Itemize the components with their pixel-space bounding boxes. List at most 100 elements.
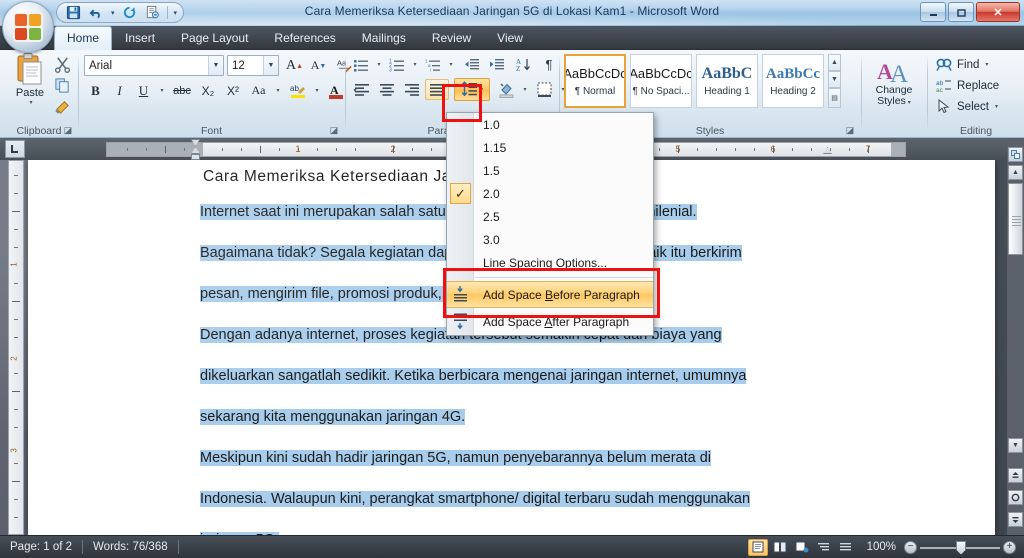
clipboard-dialog-launcher[interactable]: ◪ xyxy=(62,124,74,136)
shading-button[interactable] xyxy=(494,79,518,100)
page-indicator[interactable]: Page: 1 of 2 xyxy=(0,541,82,553)
align-left-button[interactable] xyxy=(350,79,374,100)
line-spacing-button[interactable]: ▾ xyxy=(454,78,490,101)
numbering-button[interactable]: 1 2 3 xyxy=(386,54,408,75)
change-case-dropdown-icon[interactable]: ▾ xyxy=(271,80,283,101)
format-painter-button[interactable] xyxy=(50,96,74,116)
style-normal[interactable]: AaBbCcDc ¶ Normal xyxy=(564,54,626,108)
zoom-out-button[interactable]: − xyxy=(904,541,917,554)
multilevel-list-dropdown-icon[interactable]: ▾ xyxy=(444,54,456,75)
styles-dialog-launcher[interactable]: ◪ xyxy=(844,124,856,136)
select-button[interactable]: Select ▾ xyxy=(933,96,1001,117)
line-spacing-dropdown-icon[interactable]: ▾ xyxy=(480,86,483,93)
underline-dropdown-icon[interactable]: ▾ xyxy=(155,80,167,101)
restore-button[interactable] xyxy=(948,2,974,22)
scroll-down-button[interactable]: ▼ xyxy=(1008,438,1023,453)
copy-button[interactable] xyxy=(50,75,74,95)
word-count-indicator[interactable]: Words: 76/368 xyxy=(83,541,178,553)
line-spacing-menu[interactable]: 1.0 1.15 1.5 ✓ 2.0 2.5 3.0 Line Spacing … xyxy=(446,112,654,336)
font-name-combo[interactable]: Arial ▼ xyxy=(84,55,224,76)
superscript-button[interactable]: X² xyxy=(221,80,245,101)
sort-button[interactable]: A Z xyxy=(512,54,536,75)
style-no-spacing[interactable]: AaBbCcDc ¶ No Spaci... xyxy=(630,54,692,108)
tab-mailings[interactable]: Mailings xyxy=(349,27,419,50)
undo-icon[interactable] xyxy=(88,4,105,21)
scrollbar-thumb[interactable] xyxy=(1008,183,1023,255)
text-highlight-button[interactable]: ab xyxy=(286,80,310,101)
subscript-button[interactable]: X₂ xyxy=(196,80,220,101)
select-dropdown-icon[interactable]: ▾ xyxy=(995,103,998,110)
vertical-scrollbar[interactable]: ▲ ▼ xyxy=(1007,138,1024,535)
highlight-dropdown-icon[interactable]: ▾ xyxy=(310,80,322,101)
tab-home[interactable]: Home xyxy=(54,26,112,50)
paste-dropdown-icon[interactable]: ▾ xyxy=(29,99,32,106)
shrink-font-button[interactable]: A▼ xyxy=(307,55,330,76)
undo-dropdown-icon[interactable]: ▾ xyxy=(111,9,115,17)
find-button[interactable]: Find ▾ xyxy=(933,54,991,75)
zoom-in-button[interactable]: + xyxy=(1003,541,1016,554)
menu-item-1-0[interactable]: 1.0 xyxy=(447,113,653,136)
tab-references[interactable]: References xyxy=(261,27,348,50)
zoom-thumb[interactable] xyxy=(956,541,966,555)
full-screen-reading-view-icon[interactable] xyxy=(770,539,790,556)
menu-item-line-spacing-options[interactable]: Line Spacing Options... xyxy=(447,251,653,274)
zoom-level-label[interactable]: 100% xyxy=(867,541,896,553)
cut-button[interactable] xyxy=(50,54,74,74)
tab-page-layout[interactable]: Page Layout xyxy=(168,27,261,50)
shading-dropdown-icon[interactable]: ▾ xyxy=(518,79,530,100)
bold-button[interactable]: B xyxy=(84,80,107,101)
previous-page-button[interactable] xyxy=(1008,468,1023,483)
styles-scroll-up-button[interactable]: ▲ xyxy=(828,54,841,71)
borders-button[interactable] xyxy=(532,79,556,100)
font-dialog-launcher[interactable]: ◪ xyxy=(328,124,340,136)
redo-icon[interactable] xyxy=(121,4,138,21)
style-heading-1[interactable]: AaBbC Heading 1 xyxy=(696,54,758,108)
customize-qat-icon[interactable]: ▾ xyxy=(174,9,178,17)
print-layout-view-icon[interactable] xyxy=(748,539,768,556)
numbering-dropdown-icon[interactable]: ▾ xyxy=(408,54,420,75)
grow-font-button[interactable]: A▲ xyxy=(283,55,306,76)
strikethrough-button[interactable]: abc xyxy=(169,80,195,101)
tab-selector-button[interactable] xyxy=(5,140,25,158)
tab-view[interactable]: View xyxy=(484,27,536,50)
close-button[interactable]: ✕ xyxy=(976,2,1020,22)
menu-item-add-space-after-paragraph[interactable]: Add Space After Paragraph xyxy=(447,308,653,335)
align-right-button[interactable] xyxy=(400,79,424,100)
menu-item-add-space-before-paragraph[interactable]: Add Space Before Paragraph xyxy=(447,281,653,308)
change-case-button[interactable]: Aa xyxy=(246,80,271,101)
decrease-indent-button[interactable] xyxy=(460,54,484,75)
styles-scroll-down-button[interactable]: ▼ xyxy=(828,71,841,88)
font-size-combo[interactable]: 12 ▼ xyxy=(227,55,279,76)
bullets-button[interactable] xyxy=(350,54,372,75)
bullets-dropdown-icon[interactable]: ▾ xyxy=(372,54,384,75)
style-heading-2[interactable]: AaBbCc Heading 2 xyxy=(762,54,824,108)
increase-indent-button[interactable] xyxy=(485,54,509,75)
menu-item-2-0[interactable]: ✓ 2.0 xyxy=(447,182,653,205)
tab-insert[interactable]: Insert xyxy=(112,27,168,50)
minimize-button[interactable] xyxy=(920,2,946,22)
multilevel-list-button[interactable]: 1 a i xyxy=(422,54,444,75)
web-layout-view-icon[interactable] xyxy=(792,539,812,556)
menu-item-1-15[interactable]: 1.15 xyxy=(447,136,653,159)
draft-view-icon[interactable] xyxy=(836,539,856,556)
justify-button[interactable] xyxy=(425,79,449,100)
select-browse-object-round-button[interactable] xyxy=(1008,490,1023,505)
find-dropdown-icon[interactable]: ▾ xyxy=(985,61,988,68)
paste-button[interactable]: Paste ▾ xyxy=(6,52,54,116)
next-page-button[interactable] xyxy=(1008,512,1023,527)
font-name-dropdown-icon[interactable]: ▼ xyxy=(208,56,223,75)
select-browse-object-button[interactable] xyxy=(1008,147,1023,162)
underline-button[interactable]: U xyxy=(132,80,155,101)
replace-button[interactable]: ab ac Replace xyxy=(933,75,1002,96)
office-button[interactable] xyxy=(2,1,54,53)
styles-more-button[interactable]: ▤ xyxy=(828,88,841,108)
align-center-button[interactable] xyxy=(375,79,399,100)
outline-view-icon[interactable] xyxy=(814,539,834,556)
save-icon[interactable] xyxy=(65,4,82,21)
tab-review[interactable]: Review xyxy=(419,27,484,50)
print-preview-icon[interactable] xyxy=(144,4,161,21)
menu-item-3-0[interactable]: 3.0 xyxy=(447,228,653,251)
font-size-dropdown-icon[interactable]: ▼ xyxy=(263,56,278,75)
zoom-slider[interactable]: − + xyxy=(904,539,1016,556)
menu-item-2-5[interactable]: 2.5 xyxy=(447,205,653,228)
